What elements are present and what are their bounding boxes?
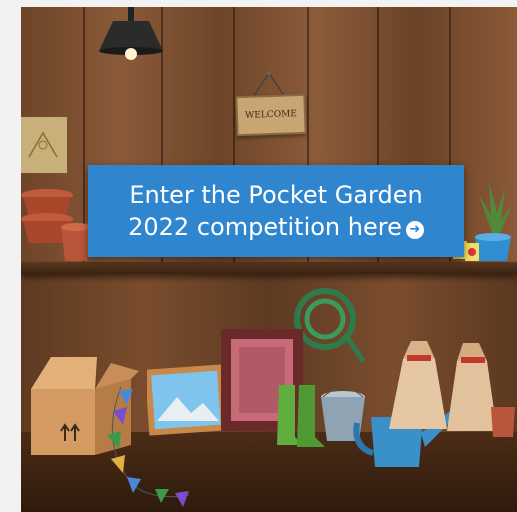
welcome-sign-text: WELCOME (244, 109, 298, 121)
banner-line-2-text: 2022 competition here (128, 213, 402, 241)
competition-entry-banner[interactable]: Enter the Pocket Garden 2022 competition… (88, 165, 464, 257)
hanging-lamp-icon (99, 7, 163, 60)
stacked-pots-icon (21, 189, 91, 261)
garden-shed-scene: WELCOME Enter the Pocket Garden 2022 com… (21, 7, 517, 512)
wooden-shelf (21, 262, 517, 274)
garden-plan-paper-icon (21, 117, 67, 173)
arrow-right-circle-icon: ➜ (405, 221, 424, 239)
welcome-sign: WELCOME (235, 93, 307, 137)
banner-line-2: 2022 competition here ➜ (128, 211, 424, 243)
soil-sacks-icon (389, 341, 515, 437)
banner-line-1: Enter the Pocket Garden (129, 181, 423, 209)
landscape-painting-icon (147, 364, 228, 436)
